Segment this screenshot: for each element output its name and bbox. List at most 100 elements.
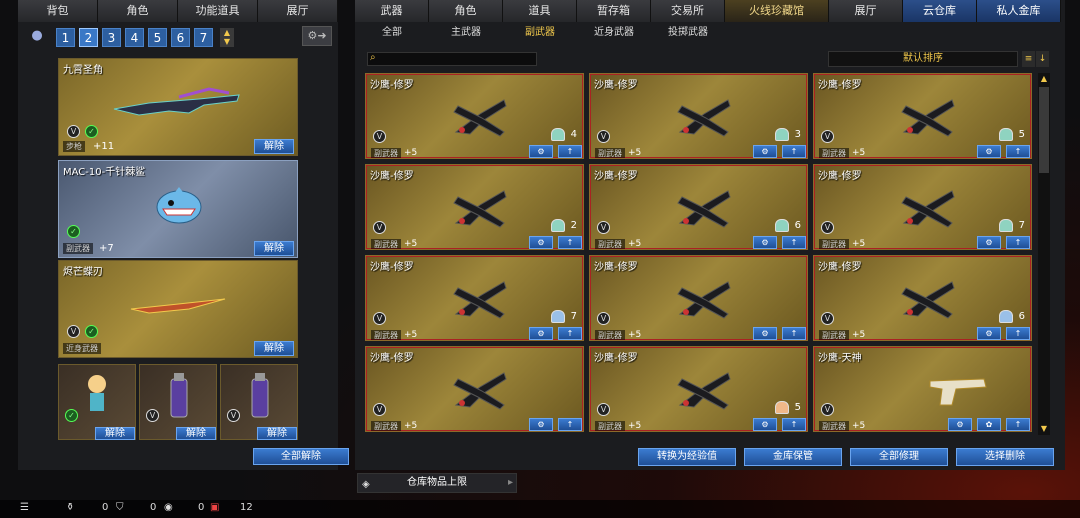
slot-secondary[interactable]: MAC-10-千针棘鲨 ✓ 副武器 +7 解除 [58,160,298,258]
slot-primary[interactable]: 九霄圣角 V ✓ 步枪 +11 解除 [58,58,298,156]
tab-weapons[interactable]: 武器 [355,0,429,22]
weapon-card[interactable]: 沙鹰-修罗 V 副武器 +5 2 ⚙ ↑ [365,164,584,250]
stack-count: 5 [774,399,801,415]
slot-character[interactable]: ✓ 解除 [58,364,136,440]
scroll-up-icon[interactable]: ▲ [1038,73,1050,85]
equip-button[interactable]: ⚙ [977,145,1001,158]
equip-button[interactable]: ⚙ [529,327,553,340]
upgrade-button[interactable]: ↑ [782,236,806,249]
weapon-card[interactable]: 沙鹰-修罗 V 副武器 +5 6 ⚙ ↑ [813,255,1032,341]
sort-direction-icon[interactable]: ↓ [1036,51,1049,67]
v-badge-icon: V [597,312,610,325]
weapon-card[interactable]: 沙鹰-修罗 V 副武器 +5 4 ⚙ ↑ [365,73,584,159]
select-delete-button[interactable]: 选择删除 [956,448,1054,466]
tab-storage[interactable]: 暂存箱 [577,0,651,22]
stack-count: 6 [774,217,801,233]
tab-showroom[interactable]: 展厅 [829,0,903,22]
tab-backpack[interactable]: 背包 [18,0,98,22]
equip-button[interactable]: ⚙ [753,236,777,249]
grid-scrollbar[interactable]: ▲ ▼ [1038,73,1050,435]
subtab-primary[interactable]: 主武器 [429,24,503,42]
equip-button[interactable]: ⚙ [753,327,777,340]
subtab-melee[interactable]: 近身武器 [577,24,651,42]
capacity-bar[interactable]: ◈ 仓库物品上限 ▸ [357,473,517,493]
equip-button[interactable]: ⚙ [753,145,777,158]
subtab-all[interactable]: 全部 [355,24,429,42]
tab-function-items[interactable]: 功能道具 [178,0,258,22]
sort-dropdown[interactable]: 默认排序 [828,51,1018,67]
vault-store-button[interactable]: 金库保管 [744,448,842,466]
page-button-7[interactable]: 7 [194,27,213,47]
tab-collection[interactable]: 火线珍藏馆 [725,0,829,22]
tab-showroom[interactable]: 展厅 [258,0,338,22]
slot-name: 九霄圣角 [63,65,103,76]
unequip-all-button[interactable]: 全部解除 [253,448,349,465]
tab-roles[interactable]: 角色 [429,0,503,22]
loadout-tool-button[interactable]: ⚙➜ [302,26,332,46]
scroll-thumb[interactable] [1039,87,1049,173]
unequip-button[interactable]: 解除 [176,427,216,440]
upgrade-button[interactable]: ↑ [558,236,582,249]
repair-all-button[interactable]: 全部修理 [850,448,948,466]
page-button-6[interactable]: 6 [171,27,190,47]
page-button-4[interactable]: 4 [125,27,144,47]
weapon-card[interactable]: 沙鹰-修罗 V 副武器 +5 7 ⚙ ↑ [813,164,1032,250]
unequip-button[interactable]: 解除 [254,241,294,256]
equip-button[interactable]: ⚙ [529,236,553,249]
unequip-button[interactable]: 解除 [254,139,294,154]
page-button-2[interactable]: 2 [79,27,98,47]
equip-button[interactable]: ⚙ [977,327,1001,340]
upgrade-button[interactable]: ↑ [558,145,582,158]
weapon-card[interactable]: 沙鹰-修罗 V 副武器 +5 5 ⚙ ↑ [813,73,1032,159]
tab-items[interactable]: 道具 [503,0,577,22]
weapon-card[interactable]: 沙鹰-修罗 V 副武器 +5 3 ⚙ ↑ [589,73,808,159]
upgrade-button[interactable]: ↑ [558,418,582,431]
page-button-5[interactable]: 5 [148,27,167,47]
tab-character[interactable]: 角色 [98,0,178,22]
tab-private-vault[interactable]: 私人金库 [977,0,1061,22]
menu-icon[interactable]: ☰ [20,502,29,513]
equip-button[interactable]: ⚙ [529,145,553,158]
convert-exp-button[interactable]: 转换为经验值 [638,448,736,466]
upgrade-button[interactable]: ↑ [558,327,582,340]
equip-button[interactable]: ⚙ [948,418,972,431]
unequip-button[interactable]: 解除 [254,341,294,356]
weapon-card[interactable]: 沙鹰-修罗 V 副武器 +5 ⚙ ↑ [365,346,584,432]
upgrade-button[interactable]: ↑ [782,327,806,340]
list-view-icon[interactable]: ≡ [1022,51,1035,67]
weapon-card[interactable]: 沙鹰-修罗 V 副武器 +5 6 ⚙ ↑ [589,164,808,250]
upgrade-button[interactable]: ↑ [782,418,806,431]
tab-cloud-warehouse[interactable]: 云仓库 [903,0,977,22]
upgrade-button[interactable]: ↑ [1006,145,1030,158]
weapon-card[interactable]: 沙鹰-修罗 V 副武器 +5 ⚙ ↑ [589,255,808,341]
level-label: +5 [628,421,642,431]
v-badge-icon: V [146,409,159,422]
character-icon [88,375,106,411]
equip-button[interactable]: ⚙ [529,418,553,431]
upgrade-button[interactable]: ↑ [1006,327,1030,340]
scroll-down-icon[interactable]: ▼ [1038,423,1050,435]
weapon-card[interactable]: 沙鹰-天神 V 副武器 +5 ⚙ ✿ ↑ [813,346,1032,432]
page-button-1[interactable]: 1 [56,27,75,47]
weapon-card[interactable]: 沙鹰-修罗 V 副武器 +5 5 ⚙ ↑ [589,346,808,432]
gift-icon[interactable]: ▣ [210,502,219,513]
tab-exchange[interactable]: 交易所 [651,0,725,22]
slot-item-2[interactable]: V 解除 [220,364,298,440]
upgrade-button[interactable]: ↑ [1006,236,1030,249]
page-stepper[interactable]: ▲ ▼ [220,27,234,47]
subtab-secondary[interactable]: 副武器 [503,24,577,42]
slot-melee[interactable]: 烬芒蝶刃 V ✓ 近身武器 解除 [58,260,298,358]
unequip-button[interactable]: 解除 [257,427,297,440]
slot-item-1[interactable]: V 解除 [139,364,217,440]
search-input[interactable]: ⌕ [367,52,537,66]
upgrade-button[interactable]: ↑ [1006,418,1030,431]
subtab-throwable[interactable]: 投掷武器 [651,24,725,42]
unequip-button[interactable]: 解除 [95,427,135,440]
weapon-card[interactable]: 沙鹰-修罗 V 副武器 +5 7 ⚙ ↑ [365,255,584,341]
equip-button[interactable]: ⚙ [977,236,1001,249]
page-button-3[interactable]: 3 [102,27,121,47]
count-value: 4 [570,128,577,140]
equip-button[interactable]: ⚙ [753,418,777,431]
upgrade-button[interactable]: ↑ [782,145,806,158]
settings-button[interactable]: ✿ [977,418,1001,431]
